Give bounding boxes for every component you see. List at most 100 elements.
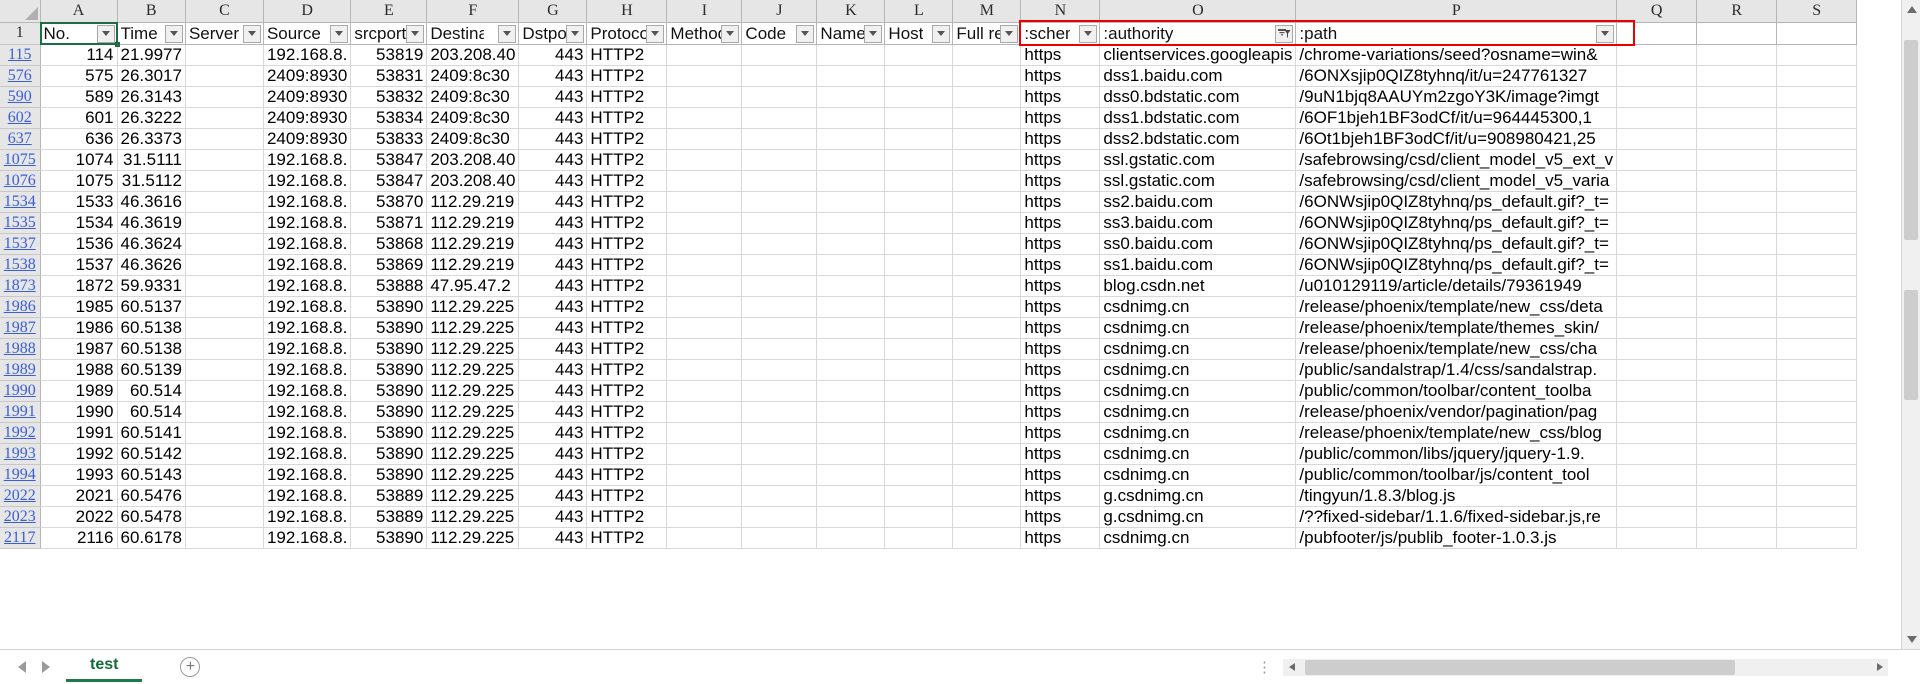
header-cell-s[interactable]	[1776, 22, 1858, 45]
cell-s[interactable]	[1776, 380, 1858, 402]
cell-path[interactable]: /u010129119/article/details/79361949	[1295, 275, 1618, 297]
cell-name[interactable]	[816, 380, 886, 402]
cell-r[interactable]	[1696, 338, 1778, 360]
cell-method[interactable]	[666, 86, 743, 108]
row-header-number[interactable]: 1988	[0, 338, 41, 360]
cell-time[interactable]: 60.514	[117, 401, 186, 423]
cell-srcport[interactable]: 53890	[350, 443, 428, 465]
cell-r[interactable]	[1696, 254, 1778, 276]
header-cell-scheme[interactable]: :scheme	[1020, 22, 1101, 45]
cell-srcport[interactable]: 53847	[350, 170, 428, 192]
cell-scheme[interactable]: https	[1020, 212, 1101, 234]
cell-source[interactable]: 192.168.8.	[263, 170, 352, 192]
cell-authority[interactable]: csdnimg.cn	[1099, 443, 1297, 465]
cell-r[interactable]	[1696, 149, 1778, 171]
cell-r[interactable]	[1696, 380, 1778, 402]
column-letter-f[interactable]: F	[426, 0, 520, 23]
cell-path[interactable]: /safebrowsing/csd/client_model_v5_varia	[1295, 170, 1618, 192]
cell-host[interactable]	[884, 149, 954, 171]
cell-srcport[interactable]: 53888	[350, 275, 428, 297]
cell-s[interactable]	[1776, 464, 1858, 486]
cell-path[interactable]: /public/sandalstrap/1.4/css/sandalstrap.	[1295, 359, 1618, 381]
cell-dstport[interactable]: 443	[518, 233, 588, 255]
column-letter-d[interactable]: D	[263, 0, 352, 23]
cell-r[interactable]	[1696, 233, 1778, 255]
cell-host[interactable]	[884, 380, 954, 402]
cell-server[interactable]	[185, 317, 264, 339]
cell-s[interactable]	[1776, 233, 1858, 255]
cell-protocol[interactable]: HTTP2	[586, 338, 668, 360]
row-header-number[interactable]: 1538	[0, 254, 41, 276]
cell-authority[interactable]: ss1.baidu.com	[1099, 254, 1297, 276]
cell-time[interactable]: 31.5111	[117, 149, 186, 171]
cell-srcport[interactable]: 53889	[350, 485, 428, 507]
header-cell-path[interactable]: :path	[1295, 22, 1618, 45]
cell-no[interactable]: 1537	[40, 254, 118, 276]
cell-scheme[interactable]: https	[1020, 233, 1101, 255]
cell-source[interactable]: 192.168.8.	[263, 191, 352, 213]
cell-name[interactable]	[816, 191, 886, 213]
cell-protocol[interactable]: HTTP2	[586, 464, 668, 486]
filter-dropdown-no[interactable]	[96, 24, 115, 43]
header-cell-protocol[interactable]: Protoco	[586, 22, 668, 45]
cell-source[interactable]: 192.168.8.	[263, 275, 352, 297]
cell-code[interactable]	[741, 86, 818, 108]
cell-name[interactable]	[816, 464, 886, 486]
cell-srcport[interactable]: 53833	[350, 128, 428, 150]
cell-authority[interactable]: csdnimg.cn	[1099, 296, 1297, 318]
cell-time[interactable]: 60.5476	[117, 485, 186, 507]
cell-protocol[interactable]: HTTP2	[586, 317, 668, 339]
cell-server[interactable]	[185, 338, 264, 360]
cell-host[interactable]	[884, 191, 954, 213]
cell-protocol[interactable]: HTTP2	[586, 86, 668, 108]
row-header-number[interactable]: 637	[0, 128, 41, 150]
cell-q[interactable]	[1616, 317, 1698, 339]
cell-s[interactable]	[1776, 401, 1858, 423]
table-row[interactable]: 1988 1987 60.5138 192.168.8. 53890 112.29.225…	[0, 338, 1858, 360]
horizontal-scroll-thumb[interactable]	[1305, 659, 1735, 675]
cell-scheme[interactable]: https	[1020, 359, 1101, 381]
cell-destination[interactable]: 47.95.47.2	[426, 275, 520, 297]
cell-time[interactable]: 31.5112	[117, 170, 186, 192]
cell-no[interactable]: 1990	[40, 401, 118, 423]
cell-host[interactable]	[884, 527, 954, 549]
cell-q[interactable]	[1616, 401, 1698, 423]
cell-fullreq[interactable]	[952, 338, 1022, 360]
cell-srcport[interactable]: 53890	[350, 380, 428, 402]
header-cell-host[interactable]: Host	[884, 22, 954, 45]
table-row[interactable]: 1992 1991 60.5141 192.168.8. 53890 112.29.225…	[0, 422, 1858, 444]
cell-host[interactable]	[884, 254, 954, 276]
column-letter-h[interactable]: H	[586, 0, 668, 23]
cell-server[interactable]	[185, 506, 264, 528]
cell-protocol[interactable]: HTTP2	[586, 527, 668, 549]
cell-destination[interactable]: 112.29.225	[426, 506, 520, 528]
cell-q[interactable]	[1616, 380, 1698, 402]
cell-method[interactable]	[666, 170, 743, 192]
column-letter-b[interactable]: B	[117, 0, 186, 23]
cell-dstport[interactable]: 443	[518, 296, 588, 318]
cell-source[interactable]: 192.168.8.	[263, 149, 352, 171]
cell-q[interactable]	[1616, 359, 1698, 381]
column-letter-e[interactable]: E	[350, 0, 428, 23]
cell-srcport[interactable]: 53871	[350, 212, 428, 234]
cell-server[interactable]	[185, 359, 264, 381]
scroll-left-button[interactable]	[1283, 658, 1300, 676]
filter-dropdown-name[interactable]	[864, 24, 883, 43]
cell-s[interactable]	[1776, 191, 1858, 213]
cell-s[interactable]	[1776, 338, 1858, 360]
cell-q[interactable]	[1616, 233, 1698, 255]
cell-dstport[interactable]: 443	[518, 527, 588, 549]
cell-server[interactable]	[185, 65, 264, 87]
cell-r[interactable]	[1696, 527, 1778, 549]
cell-no[interactable]: 589	[40, 86, 118, 108]
filter-applied-authority[interactable]	[1275, 24, 1294, 43]
cell-dstport[interactable]: 443	[518, 422, 588, 444]
cell-scheme[interactable]: https	[1020, 317, 1101, 339]
cell-authority[interactable]: blog.csdn.net	[1099, 275, 1297, 297]
cell-server[interactable]	[185, 170, 264, 192]
cell-method[interactable]	[666, 107, 743, 129]
cell-method[interactable]	[666, 527, 743, 549]
cell-fullreq[interactable]	[952, 128, 1022, 150]
row-header-number[interactable]: 590	[0, 86, 41, 108]
cell-server[interactable]	[185, 128, 264, 150]
